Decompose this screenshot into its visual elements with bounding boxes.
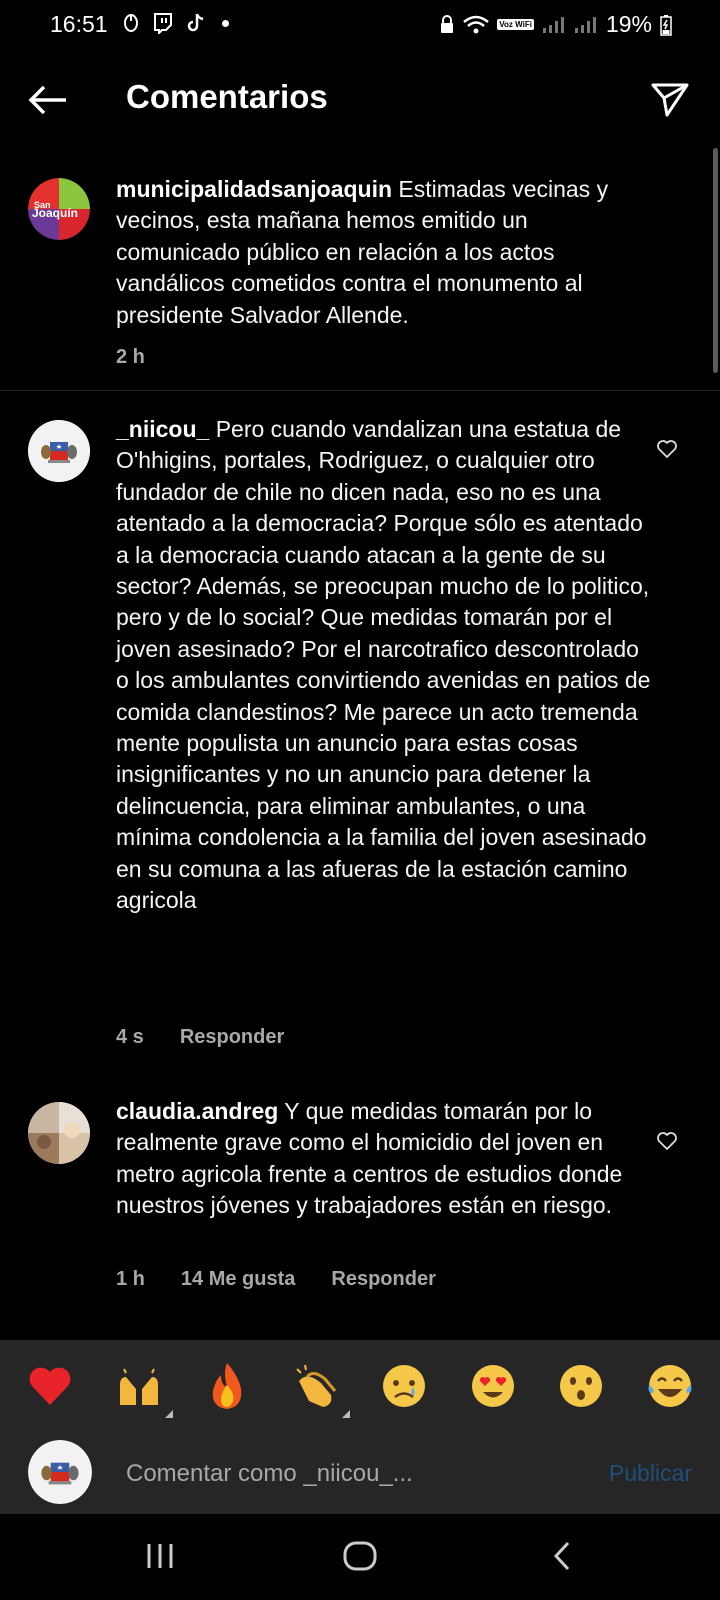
comment-text-block: _niicou_ Pero cuando vandalizan una esta… [116, 414, 656, 917]
fire-icon [213, 1363, 242, 1409]
heart-emoji-button[interactable] [22, 1358, 78, 1414]
username[interactable]: claudia.andreg [116, 1098, 278, 1124]
surprised-face-icon [560, 1365, 603, 1407]
like-button[interactable] [654, 1128, 680, 1154]
publish-button[interactable]: Publicar [609, 1460, 692, 1487]
fire-emoji-button[interactable] [199, 1358, 255, 1414]
battery-level: 19% [605, 11, 652, 37]
avatar-municipalidad[interactable]: San Joaquín [28, 178, 90, 240]
timestamp: 4 s [116, 1026, 144, 1048]
timestamp: 2 h [116, 346, 145, 368]
raising-hands-icon [119, 1368, 158, 1405]
comment-compose-bar: Publicar [0, 1432, 720, 1514]
reply-button[interactable]: Responder [331, 1268, 435, 1291]
caption-meta: 2 h [116, 346, 181, 369]
back-button[interactable] [26, 80, 70, 120]
more-indicator [341, 1410, 350, 1418]
system-status-icons: Voz WiFi 19% [439, 11, 672, 38]
avatar-claudia[interactable] [28, 1102, 90, 1164]
signal-icon-2 [574, 16, 596, 33]
recent-apps-icon [147, 1544, 173, 1568]
home-button[interactable] [330, 1536, 390, 1576]
raising-hands-emoji-button[interactable] [111, 1358, 173, 1418]
avatar-niicou[interactable] [28, 420, 90, 482]
timestamp: 1 h [116, 1268, 145, 1290]
divider [0, 390, 720, 391]
red-heart-icon [29, 1367, 71, 1405]
emoji-reaction-bar [0, 1340, 720, 1432]
like-button[interactable] [654, 436, 680, 462]
twitch-icon [154, 13, 172, 34]
chevron-left-icon [553, 1541, 570, 1571]
home-icon [343, 1541, 377, 1571]
header: Comentarios [0, 66, 720, 134]
share-button[interactable] [648, 78, 692, 122]
heart-eyes-icon [471, 1365, 514, 1407]
page-title: Comentarios [126, 78, 328, 115]
comment-input[interactable] [126, 1454, 566, 1494]
comment-text: Pero cuando vandalizan una estatua de O'… [116, 416, 651, 914]
surprised-face-emoji-button[interactable] [553, 1358, 609, 1414]
comment-meta: 1 h 14 Me gusta Responder [116, 1268, 472, 1291]
crying-face-emoji-button[interactable] [376, 1358, 432, 1414]
paper-plane-icon [651, 83, 689, 117]
caption-text: municipalidadsanjoaquin Estimadas vecina… [116, 174, 656, 331]
clapping-hands-icon [296, 1364, 336, 1407]
scrollbar[interactable] [713, 148, 718, 373]
username[interactable]: _niicou_ [116, 416, 209, 442]
system-navigation-bar [0, 1514, 720, 1600]
username[interactable]: municipalidadsanjoaquin [116, 176, 392, 202]
status-bar: 16:51 Voz WiFi 19% [0, 0, 720, 52]
voz-wifi-icon: Voz WiFi [497, 19, 534, 30]
wifi-icon [463, 15, 490, 33]
recent-apps-button[interactable] [130, 1536, 190, 1576]
comment-meta: 4 s Responder [116, 1026, 320, 1049]
status-time: 16:51 [50, 11, 108, 37]
mouse-notification-icon [124, 14, 138, 32]
clapping-hands-emoji-button[interactable] [288, 1358, 350, 1418]
tears-of-joy-emoji-button[interactable] [642, 1358, 698, 1414]
lock-icon [441, 14, 454, 33]
battery-charging-icon [660, 14, 672, 36]
svg-text:Joaquín: Joaquín [32, 206, 78, 220]
comment-text-block: claudia.andreg Y que medidas tomarán por… [116, 1096, 656, 1222]
heart-outline-icon [657, 1132, 677, 1150]
notification-icons [122, 12, 229, 34]
more-indicator [164, 1410, 173, 1418]
heart-eyes-emoji-button[interactable] [465, 1358, 521, 1414]
tears-of-joy-icon [648, 1365, 692, 1407]
crying-face-icon [383, 1365, 426, 1407]
more-notifications-dot [222, 19, 229, 27]
reply-button[interactable]: Responder [180, 1026, 284, 1049]
system-back-button[interactable] [532, 1536, 592, 1576]
signal-icon [542, 16, 564, 33]
heart-outline-icon [657, 440, 677, 458]
likes-count[interactable]: 14 Me gusta [181, 1268, 295, 1291]
current-user-avatar [28, 1440, 92, 1504]
tiktok-icon [187, 13, 204, 32]
arrow-left-icon [28, 85, 66, 115]
